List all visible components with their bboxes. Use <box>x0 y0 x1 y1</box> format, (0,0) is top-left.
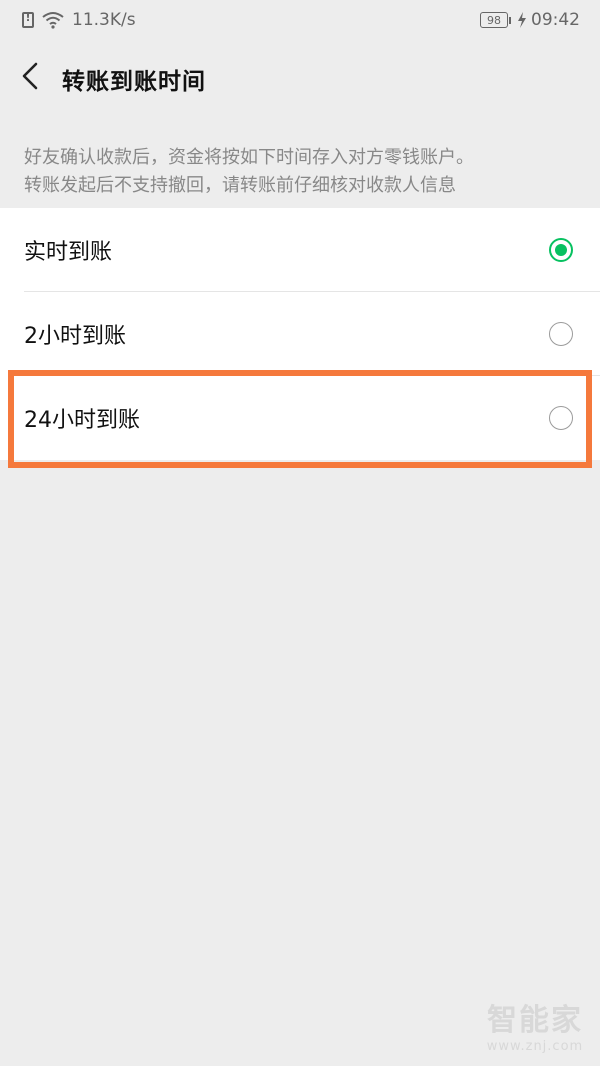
wifi-icon <box>42 12 64 29</box>
transfer-notice: 好友确认收款后，资金将按如下时间存入对方零钱账户。 转账发起后不支持撤回，请转账… <box>24 144 584 200</box>
option-2-hours[interactable]: 2小时到账 <box>0 292 600 376</box>
option-24-hours[interactable]: 24小时到账 <box>0 376 600 460</box>
battery-icon: 98 <box>480 12 511 28</box>
network-speed: 11.3K/s <box>72 10 136 30</box>
battery-tip <box>509 16 511 24</box>
watermark: 智能家 www.znj.com <box>480 995 590 1054</box>
option-label: 24小时到账 <box>24 408 140 433</box>
sim-alert-icon <box>22 11 34 28</box>
status-right: 98 09:42 <box>480 10 580 30</box>
charging-icon <box>518 12 526 28</box>
arrival-time-options: 实时到账 2小时到账 24小时到账 <box>0 208 600 460</box>
page-title: 转账到账时间 <box>62 69 206 95</box>
status-left: 11.3K/s <box>22 10 136 30</box>
watermark-url: www.znj.com <box>486 1039 584 1054</box>
radio-unchecked-icon[interactable] <box>549 406 573 430</box>
chevron-left-icon[interactable] <box>16 58 46 94</box>
battery-level: 98 <box>480 12 508 28</box>
radio-unchecked-icon[interactable] <box>549 322 573 346</box>
option-label: 2小时到账 <box>24 324 126 349</box>
radio-checked-icon[interactable] <box>549 238 573 262</box>
option-label: 实时到账 <box>24 240 113 265</box>
option-instant[interactable]: 实时到账 <box>0 208 600 292</box>
status-time: 09:42 <box>531 10 580 30</box>
status-bar: 11.3K/s 98 09:42 <box>0 0 600 42</box>
watermark-logo: 智能家 <box>487 1003 583 1038</box>
header: 转账到账时间 <box>0 42 600 114</box>
notice-line-1: 好友确认收款后，资金将按如下时间存入对方零钱账户。 <box>24 147 474 168</box>
notice-line-2: 转账发起后不支持撤回，请转账前仔细核对收款人信息 <box>24 175 456 196</box>
